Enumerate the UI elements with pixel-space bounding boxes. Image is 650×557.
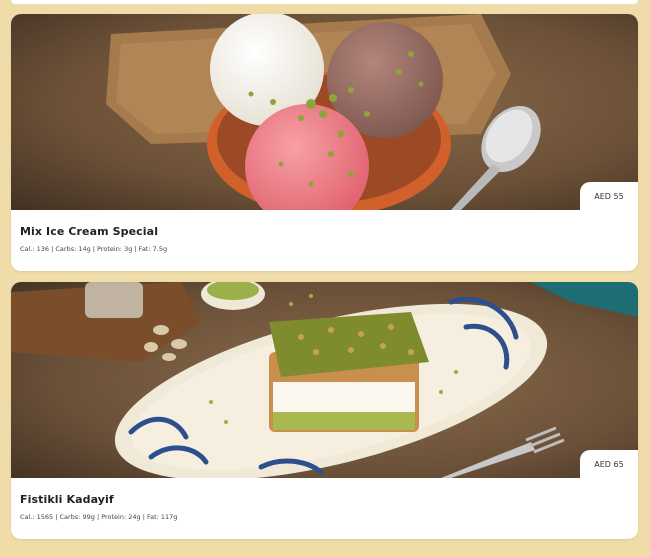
menu-item-card[interactable]: AED 65 Fistikli Kadayif Cal.: 1565 | Car…	[11, 282, 638, 539]
menu-item-nutrition: Cal.: 136 | Carbs: 14g | Protein: 3g | F…	[20, 245, 168, 253]
menu-item-image: AED 65	[11, 282, 638, 478]
price-badge: AED 55	[580, 182, 638, 210]
price-badge: AED 65	[580, 450, 638, 478]
previous-card-edge	[11, 0, 638, 4]
menu-item-title: Mix Ice Cream Special	[20, 225, 159, 238]
menu-item-image: AED 55	[11, 14, 638, 210]
menu-item-info: Fistikli Kadayif Cal.: 1565 | Carbs: 99g…	[11, 478, 638, 521]
menu-item-nutrition: Cal.: 1565 | Carbs: 99g | Protein: 24g |…	[20, 513, 178, 521]
menu-item-title: Fistikli Kadayif	[20, 493, 114, 506]
menu-item-info: Mix Ice Cream Special Cal.: 136 | Carbs:…	[11, 210, 638, 253]
menu-item-card[interactable]: AED 55 Mix Ice Cream Special Cal.: 136 |…	[11, 14, 638, 271]
